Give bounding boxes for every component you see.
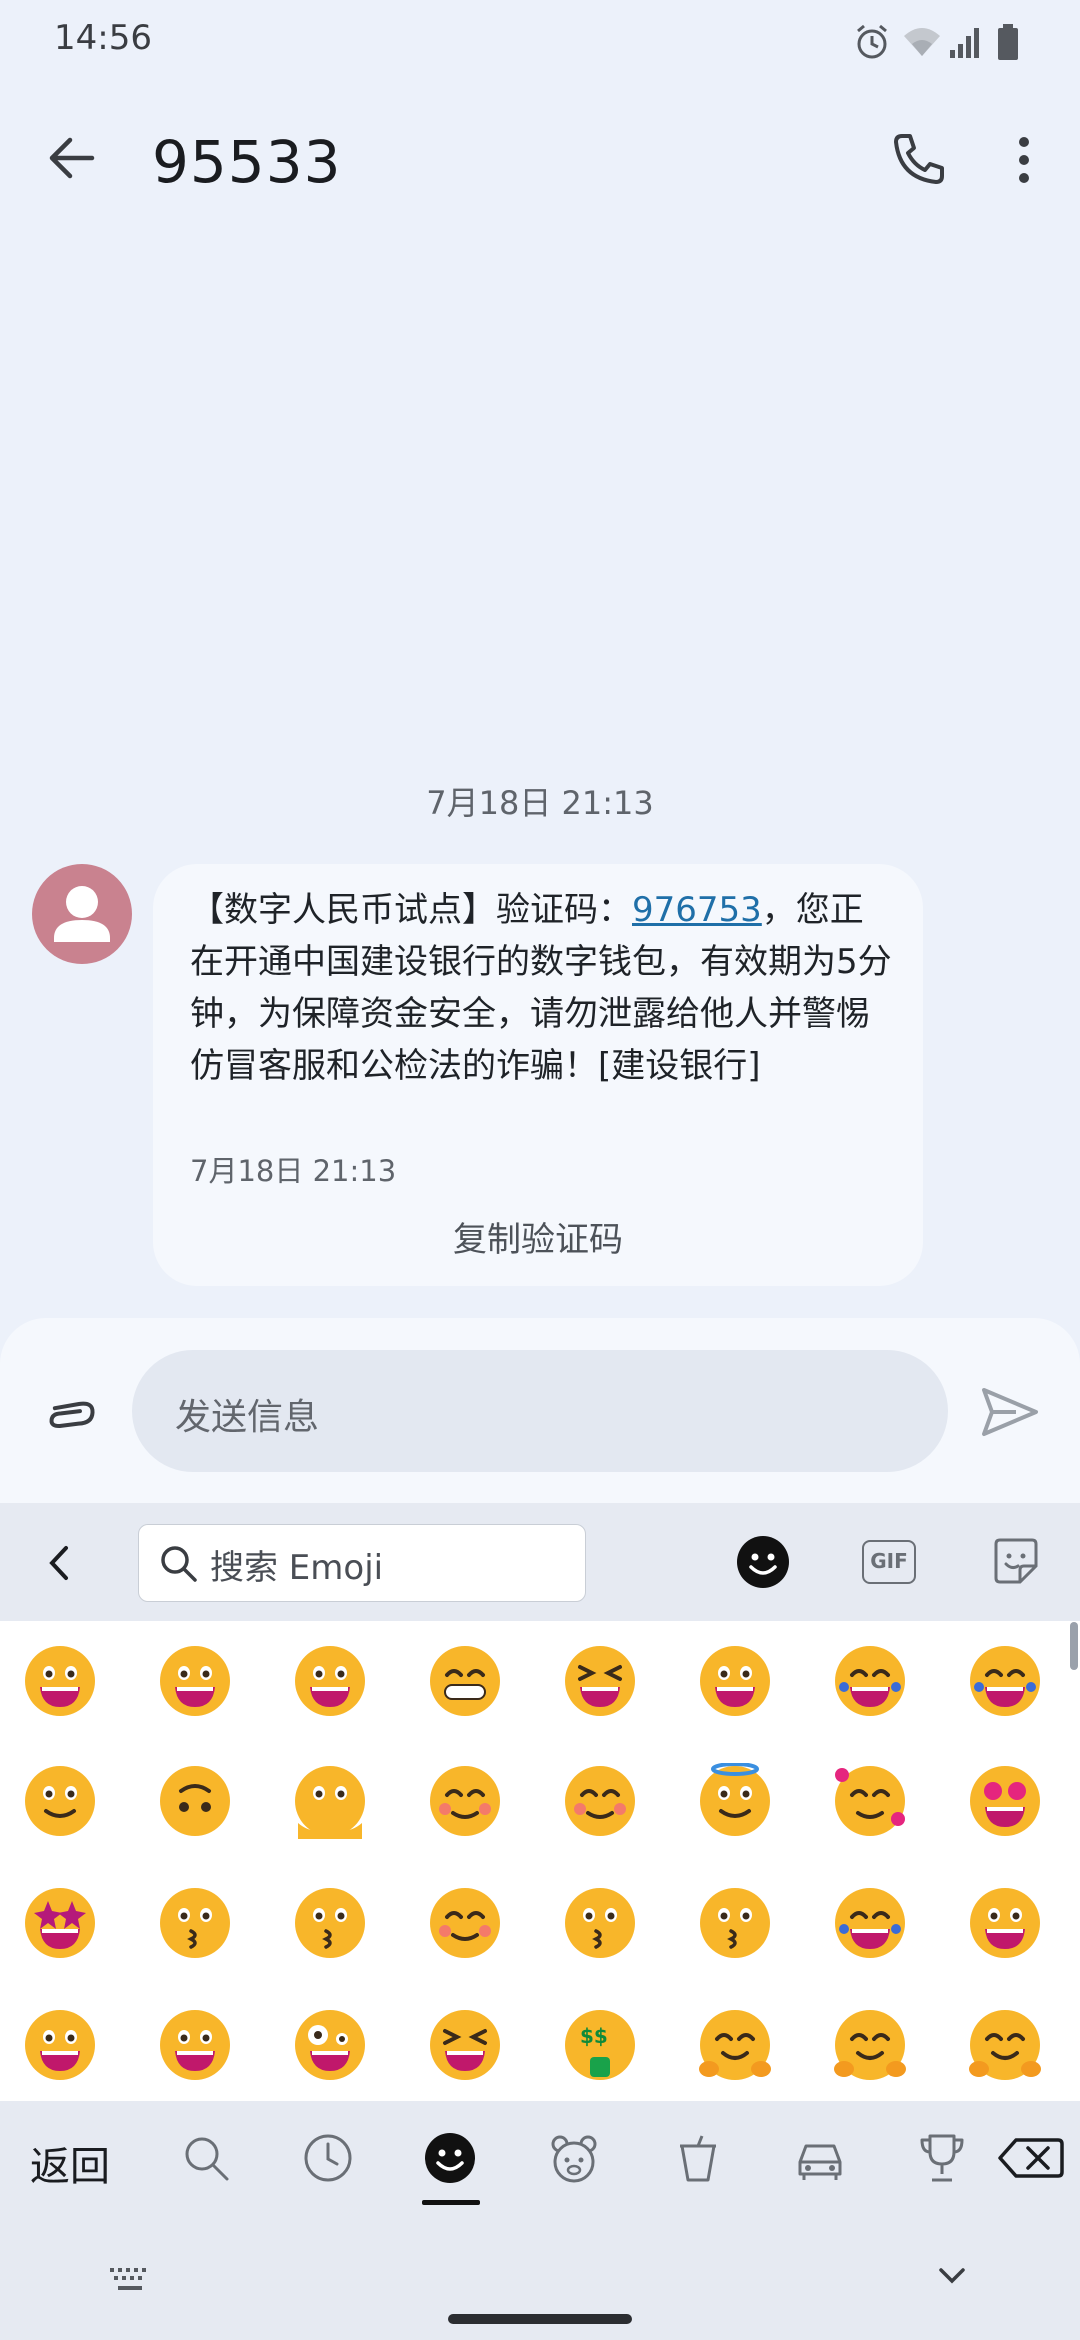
emoji-hearteyes-icon[interactable] — [967, 1763, 1043, 1839]
signal-icon — [950, 28, 979, 58]
gif-tab[interactable]: GIF — [862, 1540, 916, 1584]
emoji-grid: $$ — [0, 1621, 1080, 2101]
emoji-search-placeholder: 搜索 Emoji — [210, 1548, 384, 1588]
person-icon — [54, 886, 110, 942]
date-separator: 7月18日 21:13 — [426, 784, 654, 822]
emoji-hug-icon[interactable] — [832, 2007, 908, 2083]
emoji-hearts-icon[interactable] — [832, 1763, 908, 1839]
emoji-hug-icon[interactable] — [697, 2007, 773, 2083]
emoji-blush-icon[interactable] — [562, 1763, 638, 1839]
search-icon — [161, 1546, 197, 1582]
emoji-tongue-icon[interactable] — [157, 2007, 233, 2083]
sticker-icon[interactable] — [990, 1536, 1042, 1588]
emoji-zany-icon[interactable] — [292, 2007, 368, 2083]
chevron-left-icon[interactable] — [44, 1540, 74, 1586]
emoji-tab-icon[interactable] — [736, 1535, 790, 1589]
copy-code-button[interactable]: 复制验证码 — [153, 1212, 923, 1261]
travel-car-icon[interactable] — [794, 2132, 846, 2184]
emoji-wink-icon[interactable] — [427, 1763, 503, 1839]
food-drink-category-icon[interactable] — [672, 2132, 724, 2184]
contact-title: 95533 — [152, 128, 342, 196]
more-options-icon[interactable] — [1010, 130, 1038, 190]
category-search-icon[interactable] — [180, 2132, 232, 2184]
send-icon[interactable] — [980, 1384, 1040, 1440]
chevron-down-icon[interactable] — [938, 2266, 966, 2286]
emoji-kiss-icon[interactable] — [292, 1885, 368, 1961]
emoji-melt-icon[interactable] — [292, 1763, 368, 1839]
emoji-grin-icon[interactable] — [157, 1643, 233, 1719]
back-arrow-icon[interactable] — [44, 130, 100, 186]
emoji-smile-icon[interactable] — [22, 1763, 98, 1839]
emoji-halo-icon[interactable] — [697, 1763, 773, 1839]
avatar[interactable] — [32, 864, 132, 964]
emoji-grin-icon[interactable] — [22, 1643, 98, 1719]
emoji-tilt-icon[interactable] — [832, 1643, 908, 1719]
emoji-teeth-icon[interactable] — [427, 1643, 503, 1719]
message-input-placeholder: 发送信息 — [175, 1397, 320, 1438]
emoji-kiss-icon[interactable] — [697, 1885, 773, 1961]
message-timestamp: 7月18日 21:13 — [190, 1154, 397, 1188]
emoji-grin-icon[interactable] — [22, 2007, 98, 2083]
emoji-hug-icon[interactable] — [967, 2007, 1043, 2083]
home-gesture-bar[interactable] — [448, 2314, 632, 2324]
wifi-icon — [904, 28, 940, 56]
keyboard-switch-icon[interactable] — [110, 2268, 150, 2292]
activities-trophy-icon[interactable] — [916, 2132, 968, 2184]
svg-text:$$: $$ — [580, 2024, 608, 2048]
animals-category-icon[interactable] — [548, 2132, 600, 2184]
emoji-tongue-icon[interactable] — [967, 1885, 1043, 1961]
message-text-prefix: 【数字人民币试点】验证码： — [190, 890, 632, 930]
smileys-category-icon[interactable] — [424, 2132, 476, 2184]
emoji-upside-icon[interactable] — [157, 1763, 233, 1839]
attachment-icon[interactable] — [44, 1386, 100, 1442]
active-category-indicator — [422, 2200, 480, 2205]
backspace-icon[interactable] — [996, 2132, 1066, 2184]
phone-icon[interactable] — [888, 130, 948, 190]
alarm-icon — [857, 24, 887, 59]
emoji-kiss-icon[interactable] — [562, 1885, 638, 1961]
emoji-grin-icon[interactable] — [697, 1643, 773, 1719]
status-time: 14:56 — [54, 18, 152, 58]
emoji-squint-icon[interactable] — [562, 1643, 638, 1719]
verification-code-link[interactable]: 976753 — [632, 890, 762, 930]
emoji-stareyes-icon[interactable] — [22, 1885, 98, 1961]
emoji-grin-icon[interactable] — [292, 1643, 368, 1719]
emoji-money-icon[interactable]: $$ — [562, 2007, 638, 2083]
keyboard-back-button[interactable]: 返回 — [30, 2134, 110, 2192]
message-text: 【数字人民币试点】验证码：976753，您正在开通中国建设银行的数字钱包，有效期… — [190, 884, 895, 1092]
emoji-grid-scrollbar[interactable] — [1070, 1622, 1078, 1670]
emoji-kiss-icon[interactable] — [157, 1885, 233, 1961]
emoji-blush-icon[interactable] — [427, 1885, 503, 1961]
emoji-squint-icon[interactable] — [427, 2007, 503, 2083]
recent-clock-icon[interactable] — [302, 2132, 354, 2184]
emoji-tear-icon[interactable] — [967, 1643, 1043, 1719]
emoji-tear-icon[interactable] — [832, 1885, 908, 1961]
battery-icon — [998, 24, 1018, 60]
